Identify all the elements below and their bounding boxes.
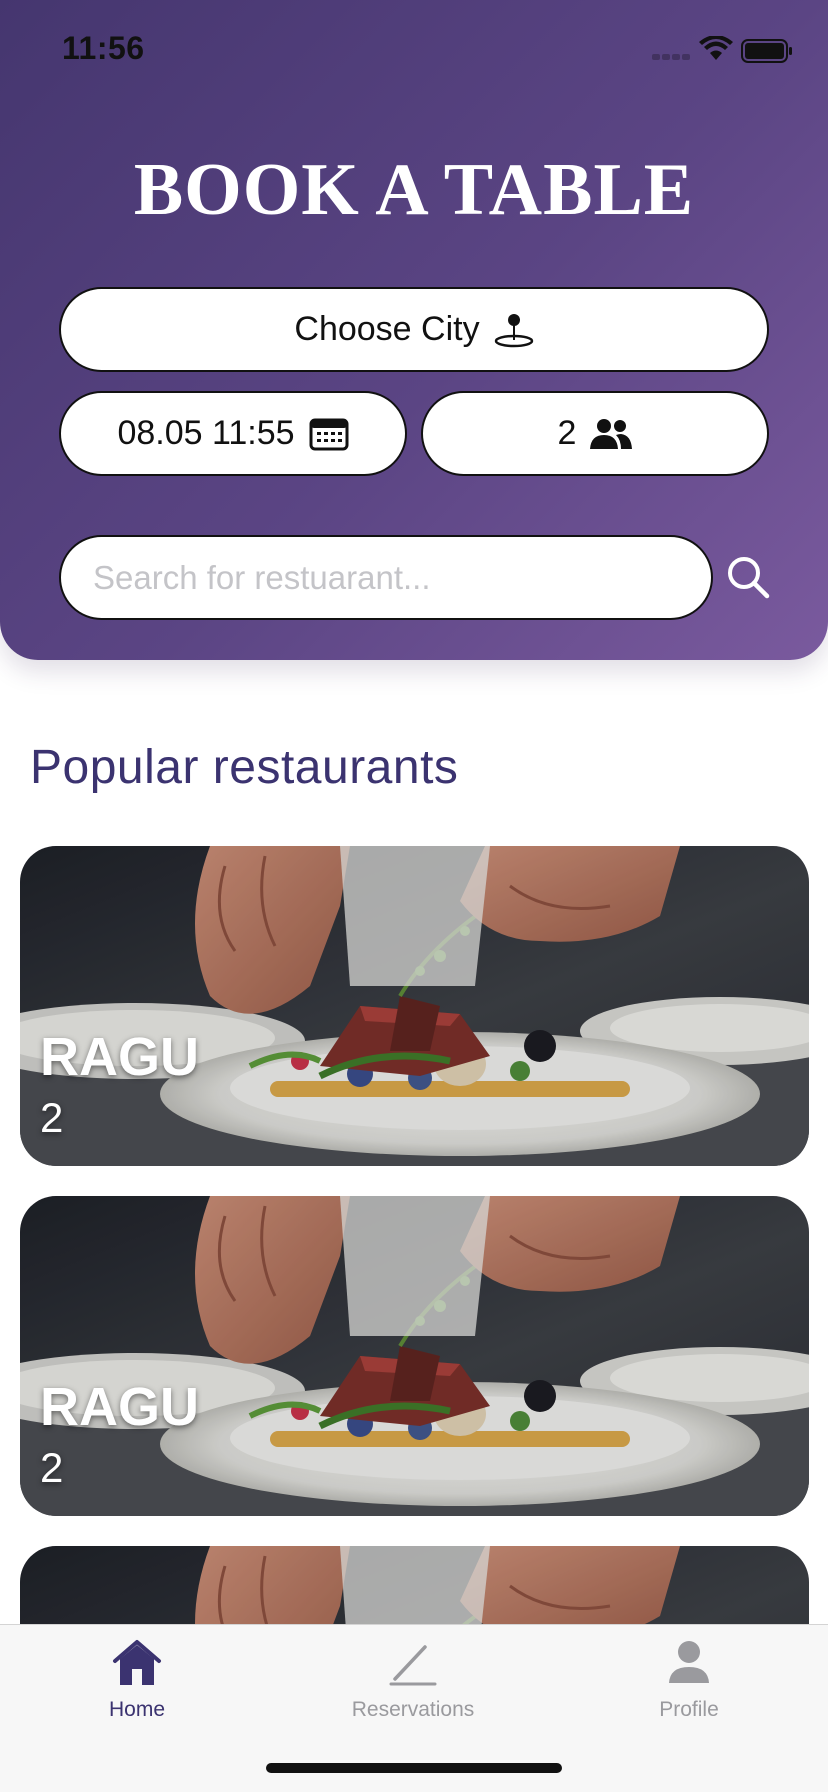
status-bar: 11:56: [0, 0, 828, 100]
search-icon[interactable]: [726, 555, 770, 599]
people-icon: [590, 418, 633, 449]
status-time: 11:56: [62, 30, 145, 66]
restaurant-photo: [20, 1196, 809, 1516]
tab-profile[interactable]: Profile: [579, 1625, 799, 1735]
profile-icon: [669, 1641, 709, 1683]
tab-home[interactable]: Home: [27, 1625, 247, 1735]
choose-city-label: Choose City: [294, 310, 480, 348]
restaurant-name: RAGU: [40, 1377, 199, 1437]
tab-profile-label: Profile: [659, 1698, 719, 1721]
page-title: BOOK A TABLE: [133, 149, 695, 231]
home-indicator: [266, 1763, 562, 1773]
guests-count-button[interactable]: 2: [421, 391, 769, 476]
calendar-icon: [309, 418, 349, 450]
restaurant-name: RAGU: [40, 1027, 199, 1087]
tab-bar: Home Reservations Profile: [0, 1624, 828, 1792]
restaurant-subtitle: 2: [40, 1444, 64, 1491]
tab-reservations-label: Reservations: [351, 1698, 475, 1721]
wifi-icon: [699, 36, 733, 60]
restaurant-card[interactable]: RAGU 2: [20, 1196, 809, 1516]
battery-icon: [741, 39, 792, 63]
tab-reservations[interactable]: Reservations: [303, 1625, 523, 1735]
pencil-icon: [389, 1645, 437, 1686]
home-icon: [113, 1640, 161, 1685]
guests-count-label: 2: [557, 414, 577, 452]
date-time-label: 08.05 11:55: [117, 414, 295, 452]
date-time-picker-button[interactable]: 08.05 11:55: [59, 391, 407, 476]
restaurant-card[interactable]: RAGU 2: [20, 846, 809, 1166]
location-pin-icon: [494, 313, 533, 347]
restaurant-subtitle: 2: [40, 1094, 64, 1141]
tab-home-label: Home: [108, 1698, 166, 1721]
restaurant-photo: [20, 846, 809, 1166]
book-table-screen: 11:56 BOOK A TABLE Choose City 08.05 11:…: [0, 0, 828, 1792]
restaurant-search-input[interactable]: [59, 535, 713, 620]
popular-restaurants-heading: Popular restaurants: [30, 741, 459, 794]
header-panel: 11:56 BOOK A TABLE Choose City 08.05 11:…: [0, 0, 828, 660]
cellular-signal-icon: [652, 47, 692, 65]
choose-city-button[interactable]: Choose City: [59, 287, 769, 372]
